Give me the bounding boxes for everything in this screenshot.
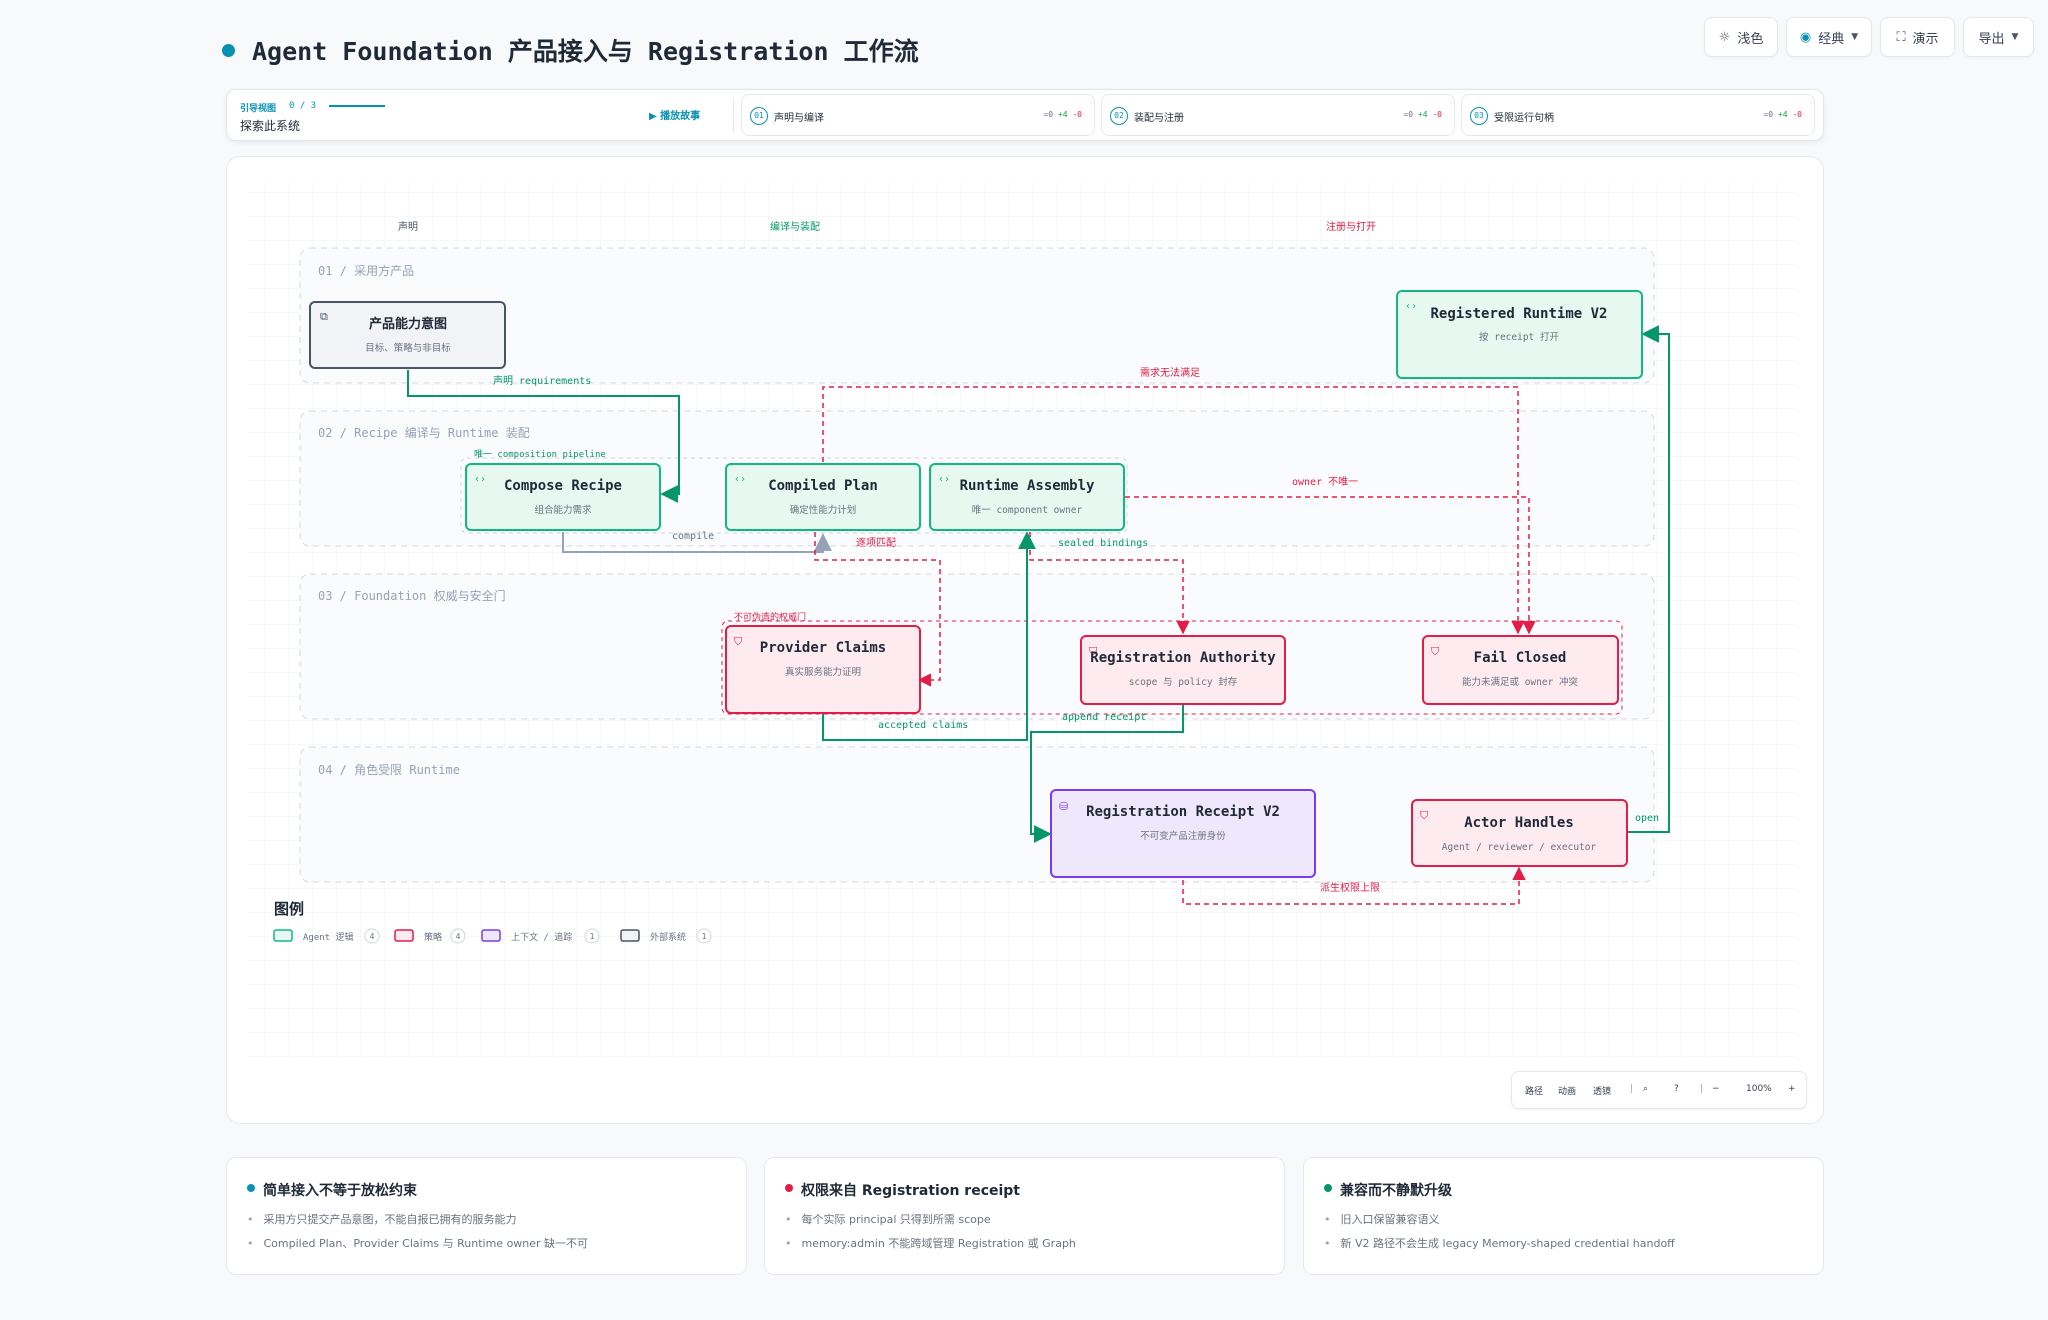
help-icon[interactable]: ? [1674, 1084, 1679, 1094]
code-icon: ‹› [474, 474, 486, 485]
legend-label: Agent 逻辑 [303, 931, 354, 943]
card-title: 简单接入不等于放松约束 [263, 1183, 417, 1199]
node-subtitle: 按 receipt 打开 [1479, 331, 1559, 343]
node-subtitle: 能力未满足或 owner 冲突 [1462, 676, 1579, 688]
node-title: Compiled Plan [768, 478, 878, 494]
path-toggle[interactable]: 路径 [1525, 1084, 1543, 1097]
lane-label: 02 / Recipe 编译与 Runtime 装配 [318, 425, 530, 440]
shield-icon: ⛉ [1420, 809, 1429, 822]
legend-label: 外部系统 [650, 931, 686, 943]
card-dot [785, 1184, 793, 1192]
group-label: 唯一 composition pipeline [474, 449, 606, 460]
card-item: • 旧入口保留兼容语义 [1324, 1213, 1440, 1226]
node-claims[interactable]: ⛉ Provider Claims 真实服务能力证明 [725, 625, 921, 714]
node-subtitle: 确定性能力计划 [790, 504, 857, 516]
edge-label-open: open [1635, 813, 1659, 824]
node-receipt[interactable]: ⛁ Registration Receipt V2 不可变产品注册身份 [1050, 789, 1316, 878]
node-subtitle: 目标、策略与非目标 [365, 342, 451, 354]
zoom-in-button[interactable]: + [1788, 1084, 1796, 1094]
shield-icon: ⛉ [734, 635, 743, 648]
edge-label-compile: compile [672, 531, 714, 542]
edge-label-accepted: accepted claims [878, 720, 968, 731]
edge-label-sealed: sealed bindings [1058, 538, 1148, 549]
node-title: Fail Closed [1474, 650, 1567, 666]
node-registered[interactable]: ‹› Registered Runtime V2 按 receipt 打开 [1396, 290, 1643, 379]
edge-label-append: append receipt [1062, 712, 1146, 723]
edge-label-unsatisfied: 需求无法满足 [1140, 366, 1200, 379]
node-title: Runtime Assembly [960, 478, 1095, 494]
node-title: 产品能力意图 [369, 316, 447, 332]
divider: | [1700, 1084, 1704, 1094]
insight-card-2: 权限来自 Registration receipt • 每个实际 principa… [764, 1157, 1285, 1275]
card-item: • 每个实际 principal 只得到所需 scope [785, 1213, 991, 1226]
node-subtitle: 组合能力需求 [534, 504, 592, 516]
code-icon: ‹› [734, 474, 746, 485]
node-subtitle: scope 与 policy 封存 [1129, 676, 1238, 688]
legend-count: 1 [702, 932, 707, 941]
node-subtitle: 真实服务能力证明 [785, 666, 861, 678]
node-title: Compose Recipe [504, 478, 622, 494]
legend-count: 1 [590, 932, 595, 941]
node-subtitle: 唯一 component owner [972, 505, 1083, 516]
card-dot [1324, 1184, 1332, 1192]
node-subtitle: Agent / reviewer / executor [1442, 842, 1597, 853]
card-item: • 采用方只提交产品意图，不能自报已拥有的服务能力 [247, 1213, 517, 1226]
legend-count: 4 [370, 932, 375, 941]
node-title: Provider Claims [760, 640, 886, 656]
divider: | [1630, 1084, 1634, 1094]
legend-label: 策略 [424, 931, 442, 943]
node-title: Actor Handles [1464, 815, 1574, 831]
card-item: • Compiled Plan、Provider Claims 与 Runtime… [247, 1237, 589, 1250]
legend-count: 4 [456, 932, 461, 941]
code-icon: ‹› [1405, 301, 1417, 312]
node-handles[interactable]: ⛉ Actor Handles Agent / reviewer / execu… [1411, 799, 1628, 867]
lane-label: 04 / 角色受限 Runtime [318, 763, 460, 777]
column-declare: 声明 [398, 220, 418, 233]
column-compile: 编译与装配 [770, 220, 820, 233]
group-label: 不可伪造的权威门 [734, 611, 806, 623]
lane-label: 03 / Foundation 权威与安全门 [318, 588, 506, 603]
node-assembly[interactable]: ‹› Runtime Assembly 唯一 component owner [929, 463, 1125, 531]
card-item: • memory:admin 不能跨域管理 Registration 或 Grap… [785, 1237, 1076, 1250]
card-title: 权限来自 Registration receipt [801, 1183, 1021, 1199]
node-title: Registered Runtime V2 [1430, 306, 1607, 322]
lane-label: 01 / 采用方产品 [318, 263, 414, 278]
code-icon: ‹› [938, 474, 950, 485]
database-icon: ⛁ [1059, 800, 1068, 813]
edge-label-owner: owner 不唯一 [1292, 476, 1358, 488]
card-title: 兼容而不静默升级 [1340, 1183, 1452, 1199]
node-recipe[interactable]: ‹› Compose Recipe 组合能力需求 [465, 463, 661, 531]
node-plan[interactable]: ‹› Compiled Plan 确定性能力计划 [725, 463, 921, 531]
external-icon: ⧉ [320, 310, 328, 323]
insight-card-1: 简单接入不等于放松约束 • 采用方只提交产品意图，不能自报已拥有的服务能力 • Co… [226, 1157, 747, 1275]
node-intent[interactable]: ⧉ 产品能力意图 目标、策略与非目标 [309, 301, 506, 369]
node-failclosed[interactable]: ⛉ Fail Closed 能力未满足或 owner 冲突 [1422, 635, 1619, 705]
zoom-level: 100% [1746, 1084, 1772, 1094]
node-title: Registration Authority [1090, 650, 1276, 666]
lens-toggle[interactable]: 透镜 [1593, 1084, 1611, 1097]
diagram-svg: 声明 编译与装配 注册与打开 01 / 采用方产品 02 / Recipe 编译… [248, 182, 1798, 1058]
node-subtitle: 不可变产品注册身份 [1140, 830, 1226, 842]
edge-label-match: 逐项匹配 [856, 537, 896, 549]
insight-card-3: 兼容而不静默升级 • 旧入口保留兼容语义 • 新 V2 路径不会生成 legacy … [1303, 1157, 1824, 1275]
search-icon[interactable]: ⌕ [1643, 1084, 1648, 1094]
column-register: 注册与打开 [1326, 220, 1376, 233]
zoom-toolbar: 路径 动画 透镜 | ⌕ ? | − 100% + [1511, 1071, 1807, 1109]
legend-title: 图例 [274, 900, 304, 918]
node-title: Registration Receipt V2 [1086, 804, 1280, 820]
node-authority[interactable]: ⛉ Registration Authority scope 与 policy … [1080, 635, 1286, 705]
shield-icon: ⛉ [1431, 645, 1440, 658]
edge-label-derive: 派生权限上限 [1320, 881, 1380, 894]
zoom-out-button[interactable]: − [1712, 1084, 1720, 1094]
card-dot [247, 1184, 255, 1192]
animation-toggle[interactable]: 动画 [1558, 1084, 1576, 1097]
edge-label-requirements: 声明 requirements [493, 374, 591, 387]
card-item: • 新 V2 路径不会生成 legacy Memory-shaped creden… [1324, 1237, 1675, 1250]
legend-label: 上下文 / 追踪 [511, 931, 572, 943]
